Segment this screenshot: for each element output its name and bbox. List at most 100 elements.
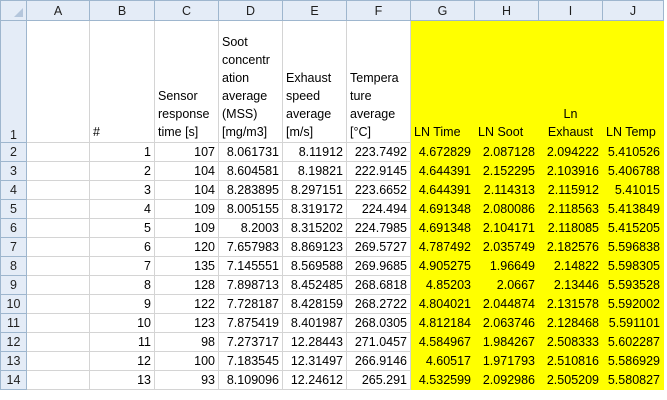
- cell-i[interactable]: 2.182576: [538, 237, 603, 257]
- cell-g[interactable]: 4.691348: [410, 218, 475, 238]
- header-cell-h[interactable]: LN Soot: [474, 20, 539, 143]
- cell-j[interactable]: 5.598305: [602, 256, 664, 276]
- cell-g[interactable]: 4.644391: [410, 180, 475, 200]
- cell-e[interactable]: 8.869123: [282, 237, 347, 257]
- cell-d[interactable]: 8.061731: [218, 142, 283, 162]
- cell-h[interactable]: 2.0667: [474, 275, 539, 295]
- cell-b[interactable]: 12: [89, 351, 155, 371]
- cell-d[interactable]: 8.005155: [218, 199, 283, 219]
- cell-j[interactable]: 5.593528: [602, 275, 664, 295]
- header-cell-a[interactable]: [26, 20, 90, 143]
- cell-j[interactable]: 5.415205: [602, 218, 664, 238]
- cell-h[interactable]: 2.092986: [474, 370, 539, 390]
- cell-c[interactable]: 109: [154, 199, 219, 219]
- cell-d[interactable]: 7.898713: [218, 275, 283, 295]
- cell-e[interactable]: 8.315202: [282, 218, 347, 238]
- cell-c[interactable]: 107: [154, 142, 219, 162]
- cell-f[interactable]: 268.6818: [346, 275, 411, 295]
- row-header[interactable]: 6: [0, 218, 27, 238]
- cell-d[interactable]: 8.604581: [218, 161, 283, 181]
- cell-f[interactable]: 268.0305: [346, 313, 411, 333]
- cell-i[interactable]: 2.131578: [538, 294, 603, 314]
- cell-b[interactable]: 4: [89, 199, 155, 219]
- cell-a[interactable]: [26, 313, 90, 333]
- cell-g[interactable]: 4.85203: [410, 275, 475, 295]
- column-header-c[interactable]: C: [154, 0, 219, 21]
- cell-j[interactable]: 5.41015: [602, 180, 664, 200]
- cell-a[interactable]: [26, 180, 90, 200]
- header-cell-i[interactable]: Ln Exhaust: [538, 20, 603, 143]
- row-header[interactable]: 11: [0, 313, 27, 333]
- cell-i[interactable]: 2.118085: [538, 218, 603, 238]
- cell-g[interactable]: 4.672829: [410, 142, 475, 162]
- cell-b[interactable]: 7: [89, 256, 155, 276]
- cell-j[interactable]: 5.580827: [602, 370, 664, 390]
- cell-b[interactable]: 1: [89, 142, 155, 162]
- cell-f[interactable]: 223.6652: [346, 180, 411, 200]
- cell-a[interactable]: [26, 256, 90, 276]
- cell-f[interactable]: 266.9146: [346, 351, 411, 371]
- cell-i[interactable]: 2.115912: [538, 180, 603, 200]
- row-header[interactable]: 4: [0, 180, 27, 200]
- cell-j[interactable]: 5.591101: [602, 313, 664, 333]
- cell-i[interactable]: 2.505209: [538, 370, 603, 390]
- row-header[interactable]: 1: [0, 20, 27, 143]
- cell-h[interactable]: 2.114313: [474, 180, 539, 200]
- cell-c[interactable]: 93: [154, 370, 219, 390]
- cell-e[interactable]: 12.31497: [282, 351, 347, 371]
- cell-c[interactable]: 135: [154, 256, 219, 276]
- cell-f[interactable]: 224.494: [346, 199, 411, 219]
- row-header[interactable]: 10: [0, 294, 27, 314]
- row-header[interactable]: 12: [0, 332, 27, 352]
- cell-g[interactable]: 4.804021: [410, 294, 475, 314]
- cell-e[interactable]: 12.24612: [282, 370, 347, 390]
- cell-f[interactable]: 222.9145: [346, 161, 411, 181]
- cell-i[interactable]: 2.128468: [538, 313, 603, 333]
- cell-e[interactable]: 8.428159: [282, 294, 347, 314]
- cell-c[interactable]: 120: [154, 237, 219, 257]
- cell-b[interactable]: 13: [89, 370, 155, 390]
- header-cell-c[interactable]: Sensor response time [s]: [154, 20, 219, 143]
- cell-b[interactable]: 9: [89, 294, 155, 314]
- cell-f[interactable]: 271.0457: [346, 332, 411, 352]
- header-cell-e[interactable]: Exhaust speed average [m/s]: [282, 20, 347, 143]
- cell-g[interactable]: 4.60517: [410, 351, 475, 371]
- header-cell-d[interactable]: Soot concentr ation average (MSS) [mg/m3]: [218, 20, 283, 143]
- cell-j[interactable]: 5.406788: [602, 161, 664, 181]
- cell-i[interactable]: 2.508333: [538, 332, 603, 352]
- cell-d[interactable]: 7.728187: [218, 294, 283, 314]
- cell-g[interactable]: 4.644391: [410, 161, 475, 181]
- header-cell-g[interactable]: LN Time: [410, 20, 475, 143]
- header-cell-j[interactable]: LN Temp: [602, 20, 664, 143]
- cell-b[interactable]: 8: [89, 275, 155, 295]
- cell-e[interactable]: 8.401987: [282, 313, 347, 333]
- cell-b[interactable]: 3: [89, 180, 155, 200]
- cell-c[interactable]: 122: [154, 294, 219, 314]
- cell-g[interactable]: 4.691348: [410, 199, 475, 219]
- row-header[interactable]: 7: [0, 237, 27, 257]
- cell-e[interactable]: 8.319172: [282, 199, 347, 219]
- cell-e[interactable]: 12.28443: [282, 332, 347, 352]
- cell-d[interactable]: 8.2003: [218, 218, 283, 238]
- cell-e[interactable]: 8.19821: [282, 161, 347, 181]
- column-header-i[interactable]: I: [538, 0, 603, 21]
- cell-e[interactable]: 8.569588: [282, 256, 347, 276]
- cell-a[interactable]: [26, 237, 90, 257]
- cell-j[interactable]: 5.602287: [602, 332, 664, 352]
- cell-a[interactable]: [26, 142, 90, 162]
- cell-j[interactable]: 5.592002: [602, 294, 664, 314]
- row-header[interactable]: 13: [0, 351, 27, 371]
- cell-j[interactable]: 5.586929: [602, 351, 664, 371]
- cell-d[interactable]: 7.183545: [218, 351, 283, 371]
- row-header[interactable]: 9: [0, 275, 27, 295]
- cell-c[interactable]: 104: [154, 161, 219, 181]
- cell-i[interactable]: 2.14822: [538, 256, 603, 276]
- cell-f[interactable]: 269.9685: [346, 256, 411, 276]
- cell-a[interactable]: [26, 351, 90, 371]
- cell-a[interactable]: [26, 218, 90, 238]
- column-header-h[interactable]: H: [474, 0, 539, 21]
- row-header[interactable]: 5: [0, 199, 27, 219]
- cell-i[interactable]: 2.094222: [538, 142, 603, 162]
- cell-c[interactable]: 109: [154, 218, 219, 238]
- cell-b[interactable]: 11: [89, 332, 155, 352]
